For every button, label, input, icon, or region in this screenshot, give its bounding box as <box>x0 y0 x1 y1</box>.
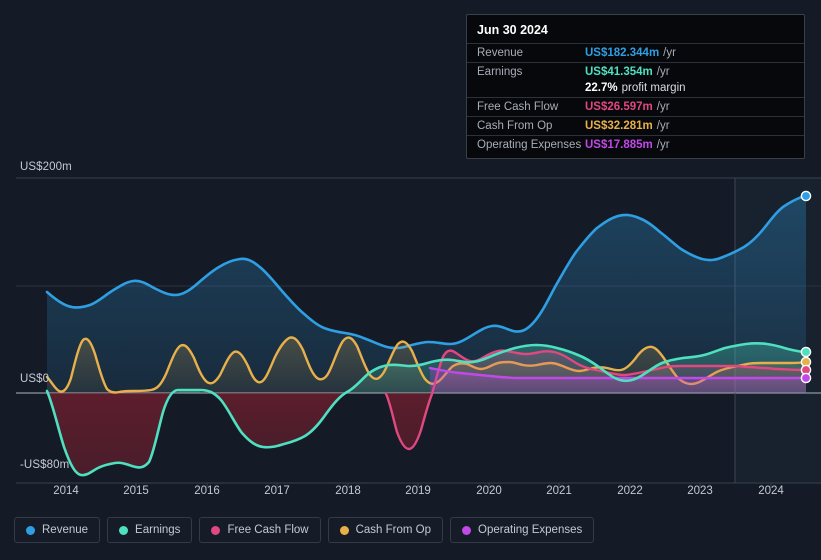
tooltip-label-free-cash-flow: Free Cash Flow <box>477 101 559 113</box>
tooltip-label-revenue: Revenue <box>477 47 524 59</box>
tooltip-unit-operating-expenses: /yr <box>656 139 670 151</box>
legend-label-revenue: Revenue <box>42 524 89 536</box>
tooltip-unit-earnings: /yr <box>656 66 670 78</box>
x-axis-label-2014: 2014 <box>53 485 79 497</box>
x-axis-label-2024: 2024 <box>758 485 784 497</box>
financial-chart: US$200m US$0 -US$80m 2014 2015 2016 2017… <box>0 0 821 560</box>
tooltip-value-operating-expenses: US$17.885m <box>585 139 653 151</box>
tooltip-unit-cash-from-op: /yr <box>656 120 670 132</box>
x-axis-label-2018: 2018 <box>335 485 361 497</box>
tooltip-value-cash-from-op: US$32.281m <box>585 120 653 132</box>
earnings-negative-area-2 <box>200 393 347 448</box>
tooltip-value-free-cash-flow: US$26.597m <box>585 101 653 113</box>
tooltip-text-profit-margin: profit margin <box>621 82 686 94</box>
legend-dot-operating-expenses-icon <box>462 525 472 535</box>
tooltip-label-cash-from-op: Cash From Op <box>477 120 553 132</box>
legend-item-earnings[interactable]: Earnings <box>107 517 193 543</box>
tooltip-value-revenue: US$182.344m <box>585 47 660 59</box>
endpoint-operating-expenses <box>800 372 812 384</box>
chart-legend: Revenue Earnings Free Cash Flow Cash Fro… <box>14 517 595 543</box>
tooltip-date: Jun 30 2024 <box>477 23 548 37</box>
legend-label-cash-from-op: Cash From Op <box>355 524 432 536</box>
legend-label-earnings: Earnings <box>135 524 181 536</box>
tooltip-value-profit-margin: 22.7% <box>585 82 618 94</box>
tooltip-row-cash-from-op: Cash From Op US$32.281m /yr <box>467 116 804 135</box>
legend-dot-cash-from-op-icon <box>339 525 349 535</box>
tooltip-value-earnings: US$41.354m <box>585 66 653 78</box>
endpoint-earnings <box>800 346 812 358</box>
tooltip-row-profit-margin: 22.7% profit margin <box>467 81 804 97</box>
tooltip-row-free-cash-flow: Free Cash Flow US$26.597m /yr <box>467 97 804 116</box>
legend-item-free-cash-flow[interactable]: Free Cash Flow <box>199 517 321 543</box>
x-axis-label-2015: 2015 <box>123 485 149 497</box>
tooltip-row-operating-expenses: Operating Expenses US$17.885m /yr <box>467 135 804 154</box>
x-axis-label-2023: 2023 <box>687 485 713 497</box>
tooltip-label-earnings: Earnings <box>477 66 523 78</box>
legend-item-revenue[interactable]: Revenue <box>14 517 101 543</box>
x-axis-label-2017: 2017 <box>264 485 290 497</box>
x-axis-label-2016: 2016 <box>194 485 220 497</box>
endpoint-revenue <box>800 190 812 202</box>
tooltip-panel: Jun 30 2024 Revenue US$182.344m /yr Earn… <box>466 14 805 159</box>
legend-item-operating-expenses[interactable]: Operating Expenses <box>450 517 595 543</box>
tooltip-label-operating-expenses: Operating Expenses <box>477 139 582 151</box>
x-axis-label-2019: 2019 <box>405 485 431 497</box>
tooltip-row-earnings: Earnings US$41.354m /yr <box>467 62 804 81</box>
tooltip-unit-revenue: /yr <box>663 47 676 59</box>
tooltip-row-revenue: Revenue US$182.344m /yr <box>467 43 804 62</box>
legend-label-free-cash-flow: Free Cash Flow <box>227 524 309 536</box>
x-axis-label-2020: 2020 <box>476 485 502 497</box>
x-axis-label-2022: 2022 <box>617 485 643 497</box>
x-axis-label-2021: 2021 <box>546 485 572 497</box>
legend-dot-revenue-icon <box>26 525 35 535</box>
legend-dot-free-cash-flow-icon <box>211 525 221 535</box>
legend-dot-earnings-icon <box>119 525 129 535</box>
legend-label-operating-expenses: Operating Expenses <box>478 524 583 536</box>
legend-item-cash-from-op[interactable]: Cash From Op <box>327 517 444 543</box>
tooltip-unit-free-cash-flow: /yr <box>656 101 670 113</box>
